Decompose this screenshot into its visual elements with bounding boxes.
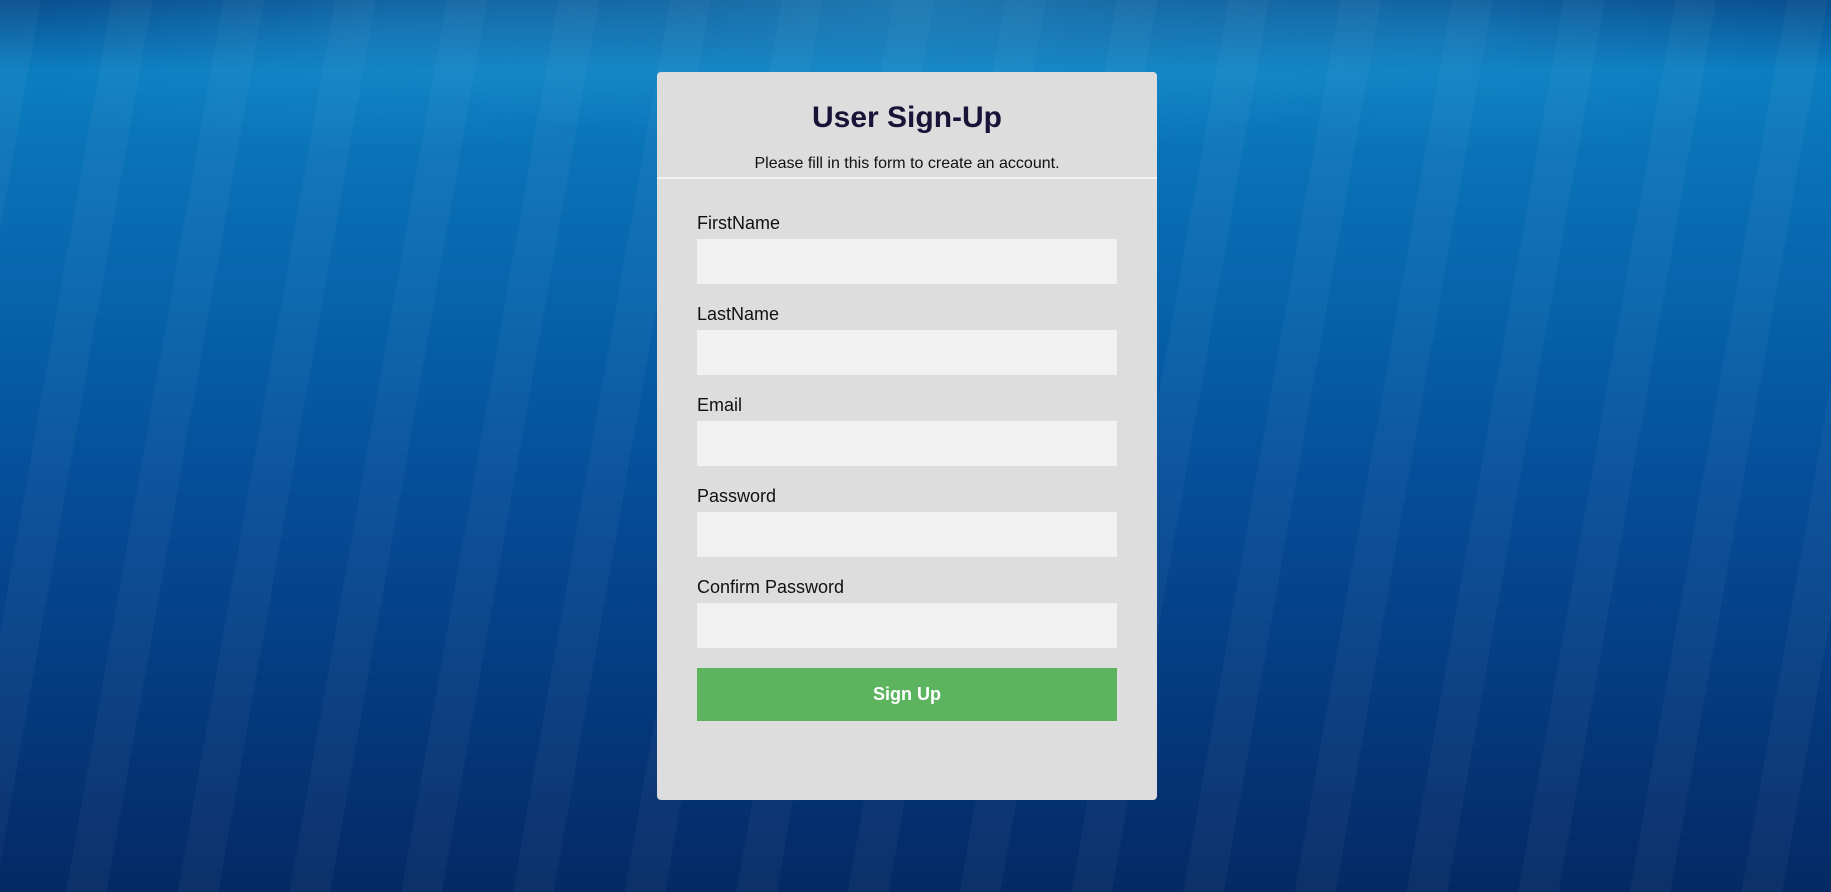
confirm-password-group: Confirm Password <box>697 577 1117 648</box>
email-input[interactable] <box>697 421 1117 466</box>
first-name-label: FirstName <box>697 213 781 233</box>
last-name-input[interactable] <box>697 330 1117 375</box>
email-label: Email <box>697 395 743 415</box>
first-name-input[interactable] <box>697 239 1117 284</box>
last-name-label: LastName <box>697 304 780 324</box>
password-label: Password <box>697 486 777 506</box>
password-input[interactable] <box>697 512 1117 557</box>
sign-up-button[interactable]: Sign Up <box>697 668 1117 721</box>
last-name-group: LastName <box>697 304 1117 375</box>
first-name-group: FirstName <box>697 213 1117 284</box>
password-group: Password <box>697 486 1117 557</box>
form-description: Please fill in this form to create an ac… <box>754 155 1060 172</box>
signup-form: FirstName LastName Email Password Confir… <box>657 179 1157 721</box>
confirm-password-label: Confirm Password <box>697 577 845 597</box>
signup-card: User Sign-Up Please fill in this form to… <box>657 72 1157 800</box>
confirm-password-input[interactable] <box>697 603 1117 648</box>
page-title: User Sign-Up <box>811 101 1003 134</box>
card-header: User Sign-Up Please fill in this form to… <box>657 72 1157 179</box>
email-group: Email <box>697 395 1117 466</box>
